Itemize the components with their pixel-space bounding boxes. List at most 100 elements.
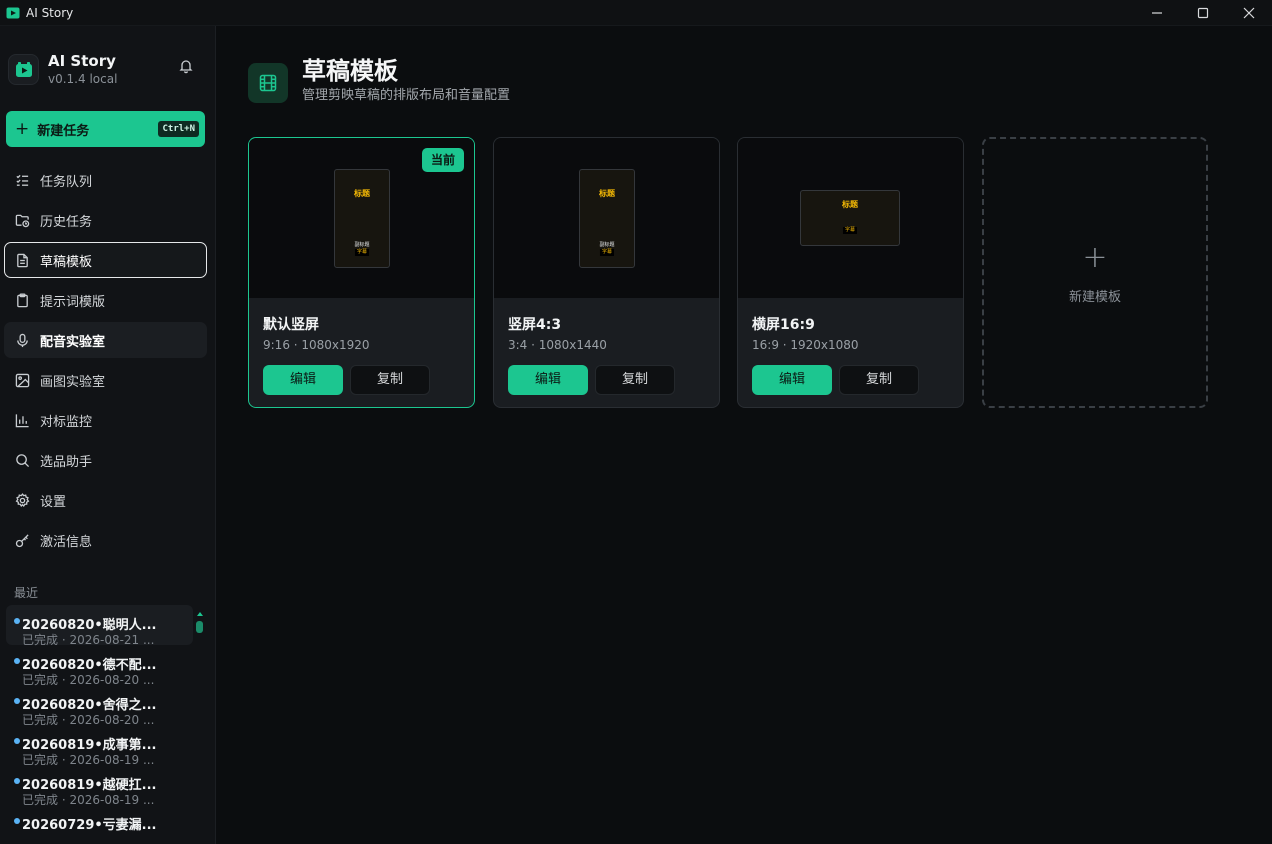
preview-title: 标题 bbox=[842, 200, 858, 209]
template-name: 竖屏4:3 bbox=[508, 317, 562, 333]
app-logo-icon bbox=[6, 7, 20, 18]
preview-caption: 字幕 bbox=[842, 227, 858, 234]
brand-name: AI Story bbox=[48, 52, 116, 70]
template-spec: 16:9 · 1920x1080 bbox=[752, 338, 859, 352]
status-dot bbox=[14, 778, 20, 784]
plus-icon: + bbox=[15, 118, 30, 139]
template-card-portrait-4-3[interactable]: 标题 副标题 字幕 竖屏4:3 3:4 · 1080x1440 编辑 复制 bbox=[493, 137, 720, 408]
nav-item-settings[interactable]: 设置 bbox=[4, 482, 207, 518]
scrollbar-thumb[interactable] bbox=[196, 621, 203, 633]
close-window-button[interactable] bbox=[1226, 0, 1272, 26]
nav-item-history[interactable]: 历史任务 bbox=[4, 202, 207, 238]
new-template-card[interactable]: + 新建模板 bbox=[982, 137, 1208, 408]
nav-item-voice-lab[interactable]: 配音实验室 bbox=[4, 322, 207, 358]
brand-logo-icon bbox=[15, 61, 32, 77]
new-template-label: 新建模板 bbox=[1068, 290, 1121, 305]
folder-clock-icon bbox=[15, 214, 30, 227]
scroll-up-arrow-icon[interactable] bbox=[197, 612, 203, 616]
maximize-button[interactable] bbox=[1180, 0, 1226, 26]
copy-button[interactable]: 复制 bbox=[595, 365, 675, 395]
template-name: 默认竖屏 bbox=[263, 317, 319, 333]
clipboard-icon bbox=[17, 292, 28, 307]
recent-item-name: 20260729•亏妻漏... bbox=[22, 818, 157, 833]
status-dot bbox=[14, 658, 20, 664]
nav-item-label: 选品助手 bbox=[40, 454, 93, 470]
list-check-icon bbox=[16, 174, 29, 186]
nav-item-draft-templates[interactable]: 草稿模板 bbox=[4, 242, 207, 278]
window-titlebar: AI Story bbox=[0, 0, 1272, 26]
page-subtitle: 管理剪映草稿的排版布局和音量配置 bbox=[302, 88, 511, 103]
maximize-icon bbox=[1197, 7, 1209, 19]
nav-item-label: 设置 bbox=[40, 494, 67, 510]
nav-item-benchmark-monitor[interactable]: 对标监控 bbox=[4, 402, 207, 438]
window-title: AI Story bbox=[26, 5, 74, 20]
image-icon bbox=[15, 373, 30, 387]
template-spec: 3:4 · 1080x1440 bbox=[508, 338, 607, 352]
template-spec: 9:16 · 1080x1920 bbox=[263, 338, 370, 352]
bar-chart-icon bbox=[15, 413, 29, 427]
nav-item-label: 对标监控 bbox=[40, 414, 93, 430]
new-task-button[interactable]: + 新建任务 Ctrl+N bbox=[6, 111, 205, 147]
recent-item[interactable]: 20260820•德不配... 已完成 · 2026-08-20 ... bbox=[6, 645, 193, 687]
nav-item-task-queue[interactable]: 任务队列 bbox=[4, 162, 207, 198]
template-card-landscape-16-9[interactable]: 标题 字幕 横屏16:9 16:9 · 1920x1080 编辑 复制 bbox=[737, 137, 964, 408]
edit-button[interactable]: 编辑 bbox=[508, 365, 588, 395]
plus-icon: + bbox=[1082, 240, 1108, 275]
nav-item-label: 提示词模版 bbox=[40, 294, 106, 310]
new-task-label: 新建任务 bbox=[37, 123, 90, 139]
sidebar: AI Story v0.1.4 local + 新建任务 Ctrl+N 任务队列… bbox=[0, 26, 216, 844]
recent-item[interactable]: 20260819•越硬扛... 已完成 · 2026-08-19 ... bbox=[6, 765, 193, 807]
template-preview: 标题 字幕 bbox=[738, 138, 963, 298]
search-icon bbox=[16, 453, 30, 467]
status-dot bbox=[14, 818, 20, 824]
layout-preview-frame: 标题 副标题 字幕 bbox=[579, 169, 635, 268]
edit-button[interactable]: 编辑 bbox=[752, 365, 832, 395]
recent-item[interactable]: 20260820•聪明人... 已完成 · 2026-08-21 ... bbox=[6, 605, 193, 647]
mic-icon bbox=[17, 333, 28, 347]
minimize-button[interactable] bbox=[1134, 0, 1180, 26]
page-icon bbox=[248, 62, 288, 103]
layout-preview-frame: 标题 字幕 bbox=[800, 190, 900, 246]
nav-item-label: 配音实验室 bbox=[40, 334, 106, 350]
preview-subtitle: 副标题 bbox=[354, 242, 370, 248]
nav-item-prompt-templates[interactable]: 提示词模版 bbox=[4, 282, 207, 318]
status-dot bbox=[14, 738, 20, 744]
status-dot bbox=[14, 618, 20, 624]
nav-item-product-assistant[interactable]: 选品助手 bbox=[4, 442, 207, 478]
recent-item[interactable]: 20260729•亏妻漏... bbox=[6, 805, 193, 835]
nav-item-label: 画图实验室 bbox=[40, 374, 106, 390]
gear-icon bbox=[15, 492, 30, 507]
minimize-icon bbox=[1152, 12, 1162, 14]
nav-item-label: 激活信息 bbox=[40, 534, 93, 550]
brand-version: v0.1.4 local bbox=[48, 72, 118, 86]
nav-item-activation[interactable]: 激活信息 bbox=[4, 522, 207, 558]
bell-icon[interactable] bbox=[178, 58, 194, 74]
page-title: 草稿模板 bbox=[302, 57, 398, 85]
layout-preview-frame: 标题 副标题 字幕 bbox=[334, 169, 390, 268]
film-icon bbox=[259, 74, 277, 91]
current-badge: 当前 bbox=[421, 148, 464, 172]
close-icon bbox=[1243, 7, 1255, 19]
status-dot bbox=[14, 698, 20, 704]
sidebar-nav: 任务队列 历史任务 草稿模板 提示词模版 配音实验室 画图实验室 对标监控 选品… bbox=[4, 162, 207, 562]
preview-caption: 字幕 bbox=[599, 249, 615, 256]
preview-title: 标题 bbox=[354, 189, 370, 198]
copy-button[interactable]: 复制 bbox=[839, 365, 919, 395]
recent-section-title: 最近 bbox=[14, 586, 39, 600]
file-text-icon bbox=[17, 253, 28, 267]
edit-button[interactable]: 编辑 bbox=[263, 365, 343, 395]
template-card-default-portrait[interactable]: 标题 副标题 字幕 当前 默认竖屏 9:16 · 1080x1920 编辑 复制 bbox=[248, 137, 475, 408]
recent-scrollbar[interactable] bbox=[196, 612, 203, 844]
page-header: 草稿模板 管理剪映草稿的排版布局和音量配置 bbox=[248, 57, 511, 105]
nav-item-image-lab[interactable]: 画图实验室 bbox=[4, 362, 207, 398]
nav-item-label: 草稿模板 bbox=[40, 254, 93, 270]
recent-list: 20260820•聪明人... 已完成 · 2026-08-21 ... 202… bbox=[6, 605, 193, 835]
copy-button[interactable]: 复制 bbox=[350, 365, 430, 395]
template-name: 横屏16:9 bbox=[752, 317, 815, 333]
key-icon bbox=[15, 533, 29, 547]
recent-item[interactable]: 20260819•成事第... 已完成 · 2026-08-19 ... bbox=[6, 725, 193, 767]
preview-caption: 字幕 bbox=[354, 249, 370, 256]
recent-item[interactable]: 20260820•舍得之... 已完成 · 2026-08-20 ... bbox=[6, 685, 193, 727]
preview-subtitle: 副标题 bbox=[599, 242, 615, 248]
shortcut-badge: Ctrl+N bbox=[158, 121, 199, 137]
